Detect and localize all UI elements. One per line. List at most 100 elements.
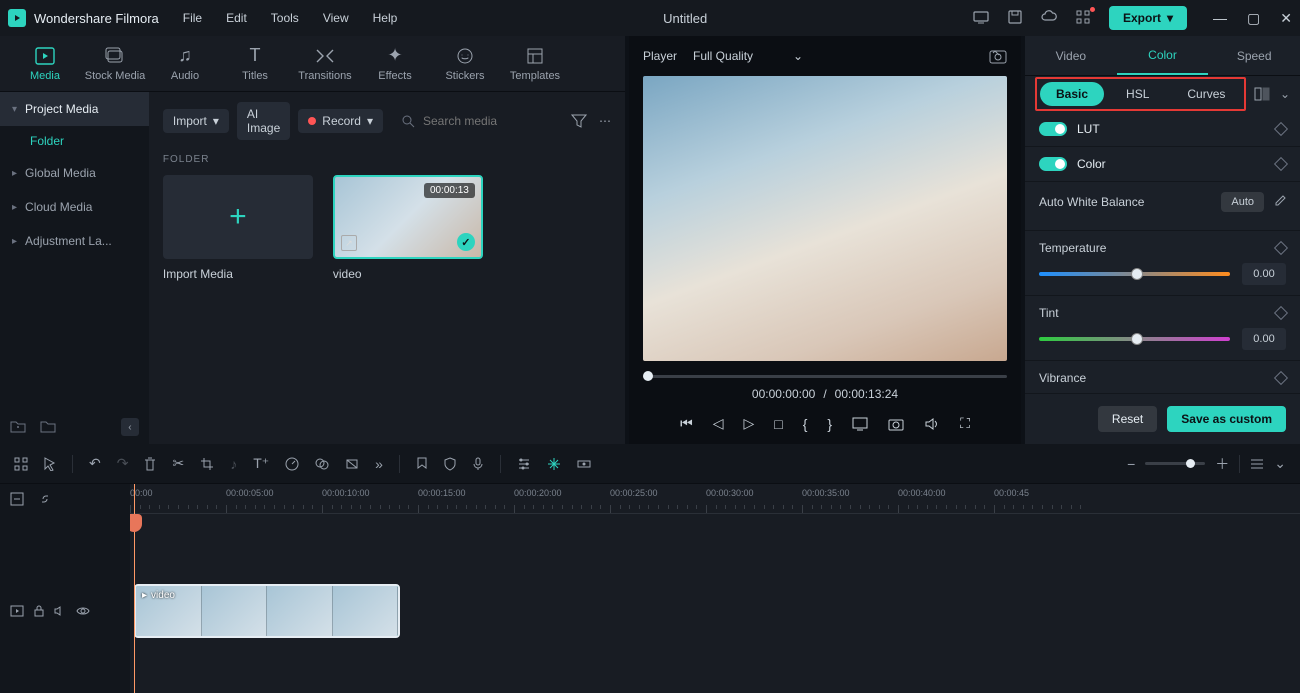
menu-tools[interactable]: Tools xyxy=(271,11,299,25)
mark-out-button[interactable]: } xyxy=(827,416,832,432)
tab-titles[interactable]: TTitles xyxy=(220,46,290,82)
save-custom-button[interactable]: Save as custom xyxy=(1167,406,1286,432)
step-back-button[interactable]: ◁ xyxy=(713,415,724,432)
menu-file[interactable]: File xyxy=(183,11,202,25)
cloud-icon[interactable] xyxy=(1041,9,1059,27)
zoom-in-icon[interactable]: ＋ xyxy=(1215,454,1229,474)
keyframe-icon[interactable] xyxy=(1274,157,1288,171)
keyframe-icon[interactable] xyxy=(1274,122,1288,136)
ai-image-button[interactable]: AI Image xyxy=(237,102,290,140)
record-dropdown[interactable]: Record▾ xyxy=(298,109,383,133)
visibility-icon[interactable] xyxy=(76,606,90,616)
tab-stickers[interactable]: Stickers xyxy=(430,46,500,82)
music-icon[interactable]: ♪ xyxy=(230,456,237,472)
mark-in-button[interactable]: { xyxy=(803,416,808,432)
tree-global-media[interactable]: ▸Global Media xyxy=(0,156,149,190)
tab-stock-media[interactable]: Stock Media xyxy=(80,46,150,82)
tab-transitions[interactable]: Transitions xyxy=(290,46,360,82)
text-icon[interactable]: T⁺ xyxy=(253,455,269,472)
subtab-curves[interactable]: Curves xyxy=(1171,82,1241,106)
timeline-tracks[interactable]: 00:0000:00:05:0000:00:10:0000:00:15:0000… xyxy=(130,484,1300,693)
keyframe-icon[interactable] xyxy=(1274,241,1288,255)
video-track-header[interactable] xyxy=(0,584,130,638)
preview-progress-handle[interactable] xyxy=(643,371,653,381)
export-button[interactable]: Export▾ xyxy=(1109,6,1187,30)
import-media-tile[interactable]: + Import Media xyxy=(163,175,313,281)
reset-button[interactable]: Reset xyxy=(1098,406,1157,432)
new-folder-icon[interactable] xyxy=(10,419,26,435)
filter-icon[interactable] xyxy=(571,114,587,128)
chevron-down-icon[interactable]: ⌄ xyxy=(1274,455,1286,472)
grid-icon[interactable] xyxy=(14,457,28,471)
keyframe-tool-icon[interactable] xyxy=(577,458,591,470)
prop-tab-color[interactable]: Color xyxy=(1117,36,1209,75)
adjust-icon[interactable] xyxy=(547,457,561,471)
folder-icon[interactable] xyxy=(40,419,56,435)
tab-effects[interactable]: ✦Effects xyxy=(360,46,430,82)
camera-icon[interactable] xyxy=(888,417,904,431)
menu-help[interactable]: Help xyxy=(373,11,398,25)
save-icon[interactable] xyxy=(1007,9,1025,27)
pointer-icon[interactable] xyxy=(44,457,56,471)
minimize-button[interactable]: — xyxy=(1213,10,1227,27)
compare-icon[interactable] xyxy=(1254,87,1270,101)
search-input[interactable] xyxy=(423,114,563,128)
display-icon[interactable] xyxy=(852,417,868,431)
tint-value[interactable]: 0.00 xyxy=(1242,328,1286,350)
auto-wb-button[interactable]: Auto xyxy=(1221,192,1264,212)
maximize-button[interactable]: ▢ xyxy=(1247,10,1260,27)
speed-icon[interactable] xyxy=(285,457,299,471)
mic-icon[interactable] xyxy=(472,457,484,471)
prop-tab-video[interactable]: Video xyxy=(1025,36,1117,75)
tree-cloud-media[interactable]: ▸Cloud Media xyxy=(0,190,149,224)
keyframe-icon[interactable] xyxy=(1274,306,1288,320)
link-icon[interactable] xyxy=(38,492,52,506)
zoom-out-icon[interactable]: − xyxy=(1127,456,1135,472)
lock-icon[interactable] xyxy=(34,605,44,617)
tree-adjustment-layer[interactable]: ▸Adjustment La... xyxy=(0,224,149,258)
marker-icon[interactable] xyxy=(416,457,428,471)
menu-edit[interactable]: Edit xyxy=(226,11,247,25)
delete-icon[interactable] xyxy=(144,457,156,471)
lut-toggle[interactable] xyxy=(1039,122,1067,136)
media-clip-tile[interactable]: 00:00:13 ↗ ✓ video xyxy=(333,175,483,281)
snapshot-icon[interactable] xyxy=(989,48,1007,64)
cut-icon[interactable]: ✂ xyxy=(172,455,184,472)
mask-icon[interactable] xyxy=(345,457,359,471)
temperature-value[interactable]: 0.00 xyxy=(1242,263,1286,285)
mute-icon[interactable] xyxy=(54,606,66,616)
clip-properties-icon[interactable]: ↗ xyxy=(341,235,357,251)
quality-dropdown[interactable]: Full Quality⌄ xyxy=(693,49,803,63)
tab-templates[interactable]: Templates xyxy=(500,46,570,82)
chevron-down-icon[interactable]: ⌄ xyxy=(1280,87,1290,101)
crop-icon[interactable] xyxy=(200,457,214,471)
more-icon[interactable]: ⋯ xyxy=(599,114,611,128)
mixer-icon[interactable] xyxy=(517,458,531,470)
apps-icon[interactable] xyxy=(1075,9,1093,27)
color-icon[interactable] xyxy=(315,457,329,471)
color-toggle[interactable] xyxy=(1039,157,1067,171)
zoom-slider[interactable] xyxy=(1145,462,1205,465)
redo-icon[interactable]: ↷ xyxy=(117,455,129,472)
stop-button[interactable]: □ xyxy=(774,416,782,432)
fullscreen-icon[interactable]: ⛶ xyxy=(960,415,970,432)
playhead[interactable] xyxy=(134,484,135,693)
subtab-hsl[interactable]: HSL xyxy=(1110,82,1165,106)
tab-media[interactable]: Media xyxy=(10,46,80,82)
tree-project-media[interactable]: ▾Project Media xyxy=(0,92,149,126)
collapse-tree-button[interactable]: ‹ xyxy=(121,418,139,436)
menu-view[interactable]: View xyxy=(323,11,349,25)
device-icon[interactable] xyxy=(973,9,991,27)
timeline-clip[interactable]: ▸video xyxy=(134,584,400,638)
eyedropper-icon[interactable] xyxy=(1272,195,1286,209)
tint-slider[interactable] xyxy=(1039,337,1230,341)
keyframe-icon[interactable] xyxy=(1274,371,1288,385)
preview-canvas[interactable] xyxy=(643,76,1007,361)
shield-icon[interactable] xyxy=(444,457,456,471)
temperature-slider[interactable] xyxy=(1039,272,1230,276)
tree-folder[interactable]: Folder xyxy=(0,126,149,156)
undo-icon[interactable]: ↶ xyxy=(89,455,101,472)
list-view-icon[interactable] xyxy=(1250,458,1264,470)
prev-frame-button[interactable]: ⏮ xyxy=(680,415,693,432)
play-button[interactable]: ▷ xyxy=(743,415,754,432)
